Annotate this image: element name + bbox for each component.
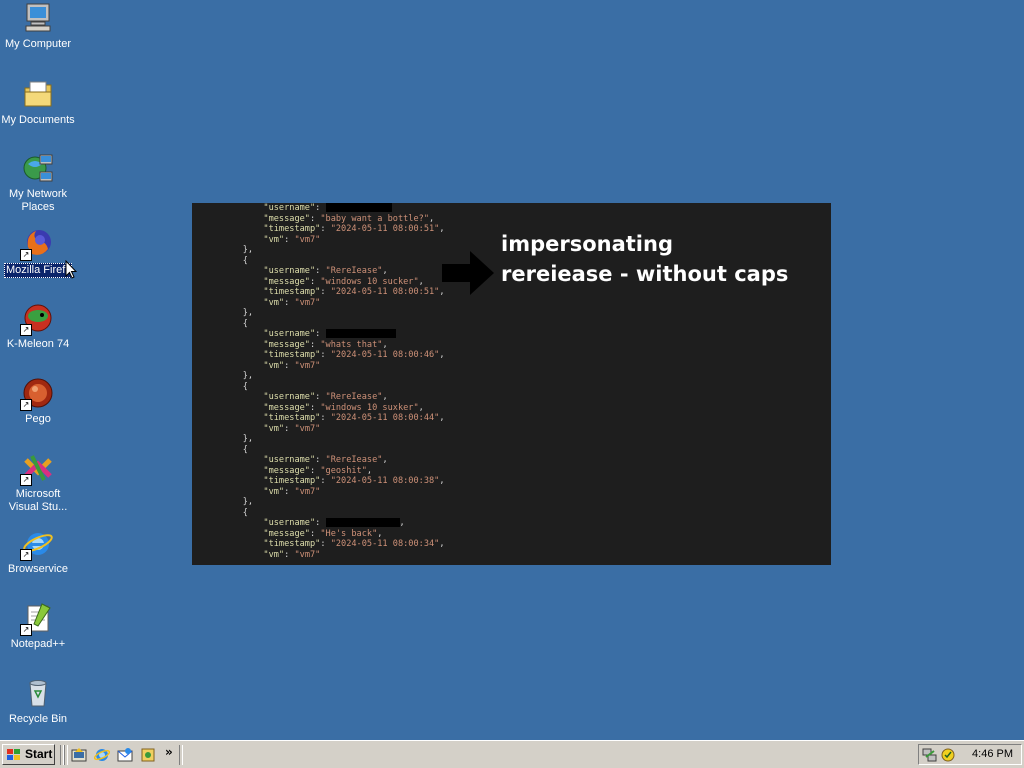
desktop-icon-label: My Computer <box>4 38 72 50</box>
notepad-plus-plus-icon: ↗ <box>20 602 54 636</box>
right-arrow-icon <box>442 251 494 295</box>
code-screenshot-image: "username": "message": "baby want a bott… <box>192 203 831 565</box>
desktop-icon-notepad-plus-plus[interactable]: ↗ Notepad++ <box>0 602 76 651</box>
desktop-icon-label: K-Meleon 74 <box>6 338 70 350</box>
shortcut-arrow-icon: ↗ <box>20 624 32 636</box>
json-value: "baby want a bottle?" <box>320 213 429 224</box>
shortcut-arrow-icon: ↗ <box>20 399 32 411</box>
redaction-bar <box>325 329 396 338</box>
desktop-icon-label-line1: My Network <box>8 188 68 200</box>
recycle-bin-icon <box>22 677 54 709</box>
internet-explorer-icon[interactable] <box>94 747 110 763</box>
shortcut-arrow-icon: ↗ <box>20 249 32 261</box>
desktop-icon-visual-studio[interactable]: ↗ Microsoft Visual Stu... <box>0 452 76 514</box>
desktop-icon-k-meleon[interactable]: ↗ K-Meleon 74 <box>0 302 76 351</box>
visual-studio-icon: ↗ <box>20 452 54 486</box>
pego-icon: ↗ <box>20 377 54 411</box>
desktop-icon-label-line1: Microsoft <box>15 488 61 500</box>
annotation-text: impersonating rereiease - without caps <box>501 229 788 289</box>
json-key: "username" <box>263 203 316 213</box>
internet-explorer-icon: ↗ <box>20 527 54 561</box>
media-icon[interactable] <box>140 747 156 763</box>
desktop-icon-label: Pego <box>25 413 51 425</box>
shortcut-arrow-icon: ↗ <box>20 549 32 561</box>
annotation-line-2: rereiease - without caps <box>501 262 789 286</box>
desktop-icon-label: Notepad++ <box>10 638 66 650</box>
security-tray-icon[interactable] <box>940 747 956 763</box>
taskbar-separator <box>64 745 68 765</box>
desktop-icon-label-line2: Visual Stu... <box>8 501 68 513</box>
k-meleon-icon: ↗ <box>20 302 54 336</box>
quick-launch-chevron[interactable]: » <box>165 745 173 759</box>
desktop-icon-my-documents[interactable]: My Documents <box>0 78 76 127</box>
desktop-icon-label: Mozilla Firefox <box>4 263 72 278</box>
desktop-icon-my-computer[interactable]: My Computer <box>0 2 76 51</box>
desktop-icon-browservice[interactable]: ↗ Browservice <box>0 527 76 576</box>
system-tray: 4:46 PM <box>918 744 1022 765</box>
network-tray-icon[interactable] <box>922 747 938 763</box>
outlook-express-icon[interactable] <box>117 747 133 763</box>
show-desktop-icon[interactable] <box>71 747 87 763</box>
start-button[interactable]: Start <box>2 744 55 765</box>
desktop-icon-recycle-bin[interactable]: Recycle Bin <box>0 677 76 726</box>
windows-logo-icon <box>7 749 20 760</box>
mouse-cursor-icon <box>65 260 77 279</box>
taskbar-clock[interactable]: 4:46 PM <box>972 748 1013 760</box>
shortcut-arrow-icon: ↗ <box>20 474 32 486</box>
desktop-icon-label: Browservice <box>8 563 68 575</box>
firefox-icon: ↗ <box>20 227 54 261</box>
taskbar: Start » 4:46 PM <box>0 740 1024 768</box>
my-documents-icon <box>22 78 54 110</box>
my-computer-icon <box>22 2 54 34</box>
desktop-icon-network-places[interactable]: My Network Places <box>0 152 76 214</box>
taskbar-separator <box>179 745 183 765</box>
redaction-bar <box>325 203 392 212</box>
network-places-icon <box>22 152 54 184</box>
annotation-line-1: impersonating <box>501 232 673 256</box>
desktop: My Computer My Documents My Network Plac… <box>0 0 1024 740</box>
desktop-icon-pego[interactable]: ↗ Pego <box>0 377 76 426</box>
start-label: Start <box>25 747 53 761</box>
redaction-bar <box>325 518 400 527</box>
desktop-icon-label: Recycle Bin <box>8 713 68 725</box>
shortcut-arrow-icon: ↗ <box>20 324 32 336</box>
code-json-log: "username": "message": "baby want a bott… <box>222 203 445 560</box>
desktop-icon-label: My Documents <box>1 114 75 126</box>
desktop-icon-label-line2: Places <box>21 201 55 213</box>
